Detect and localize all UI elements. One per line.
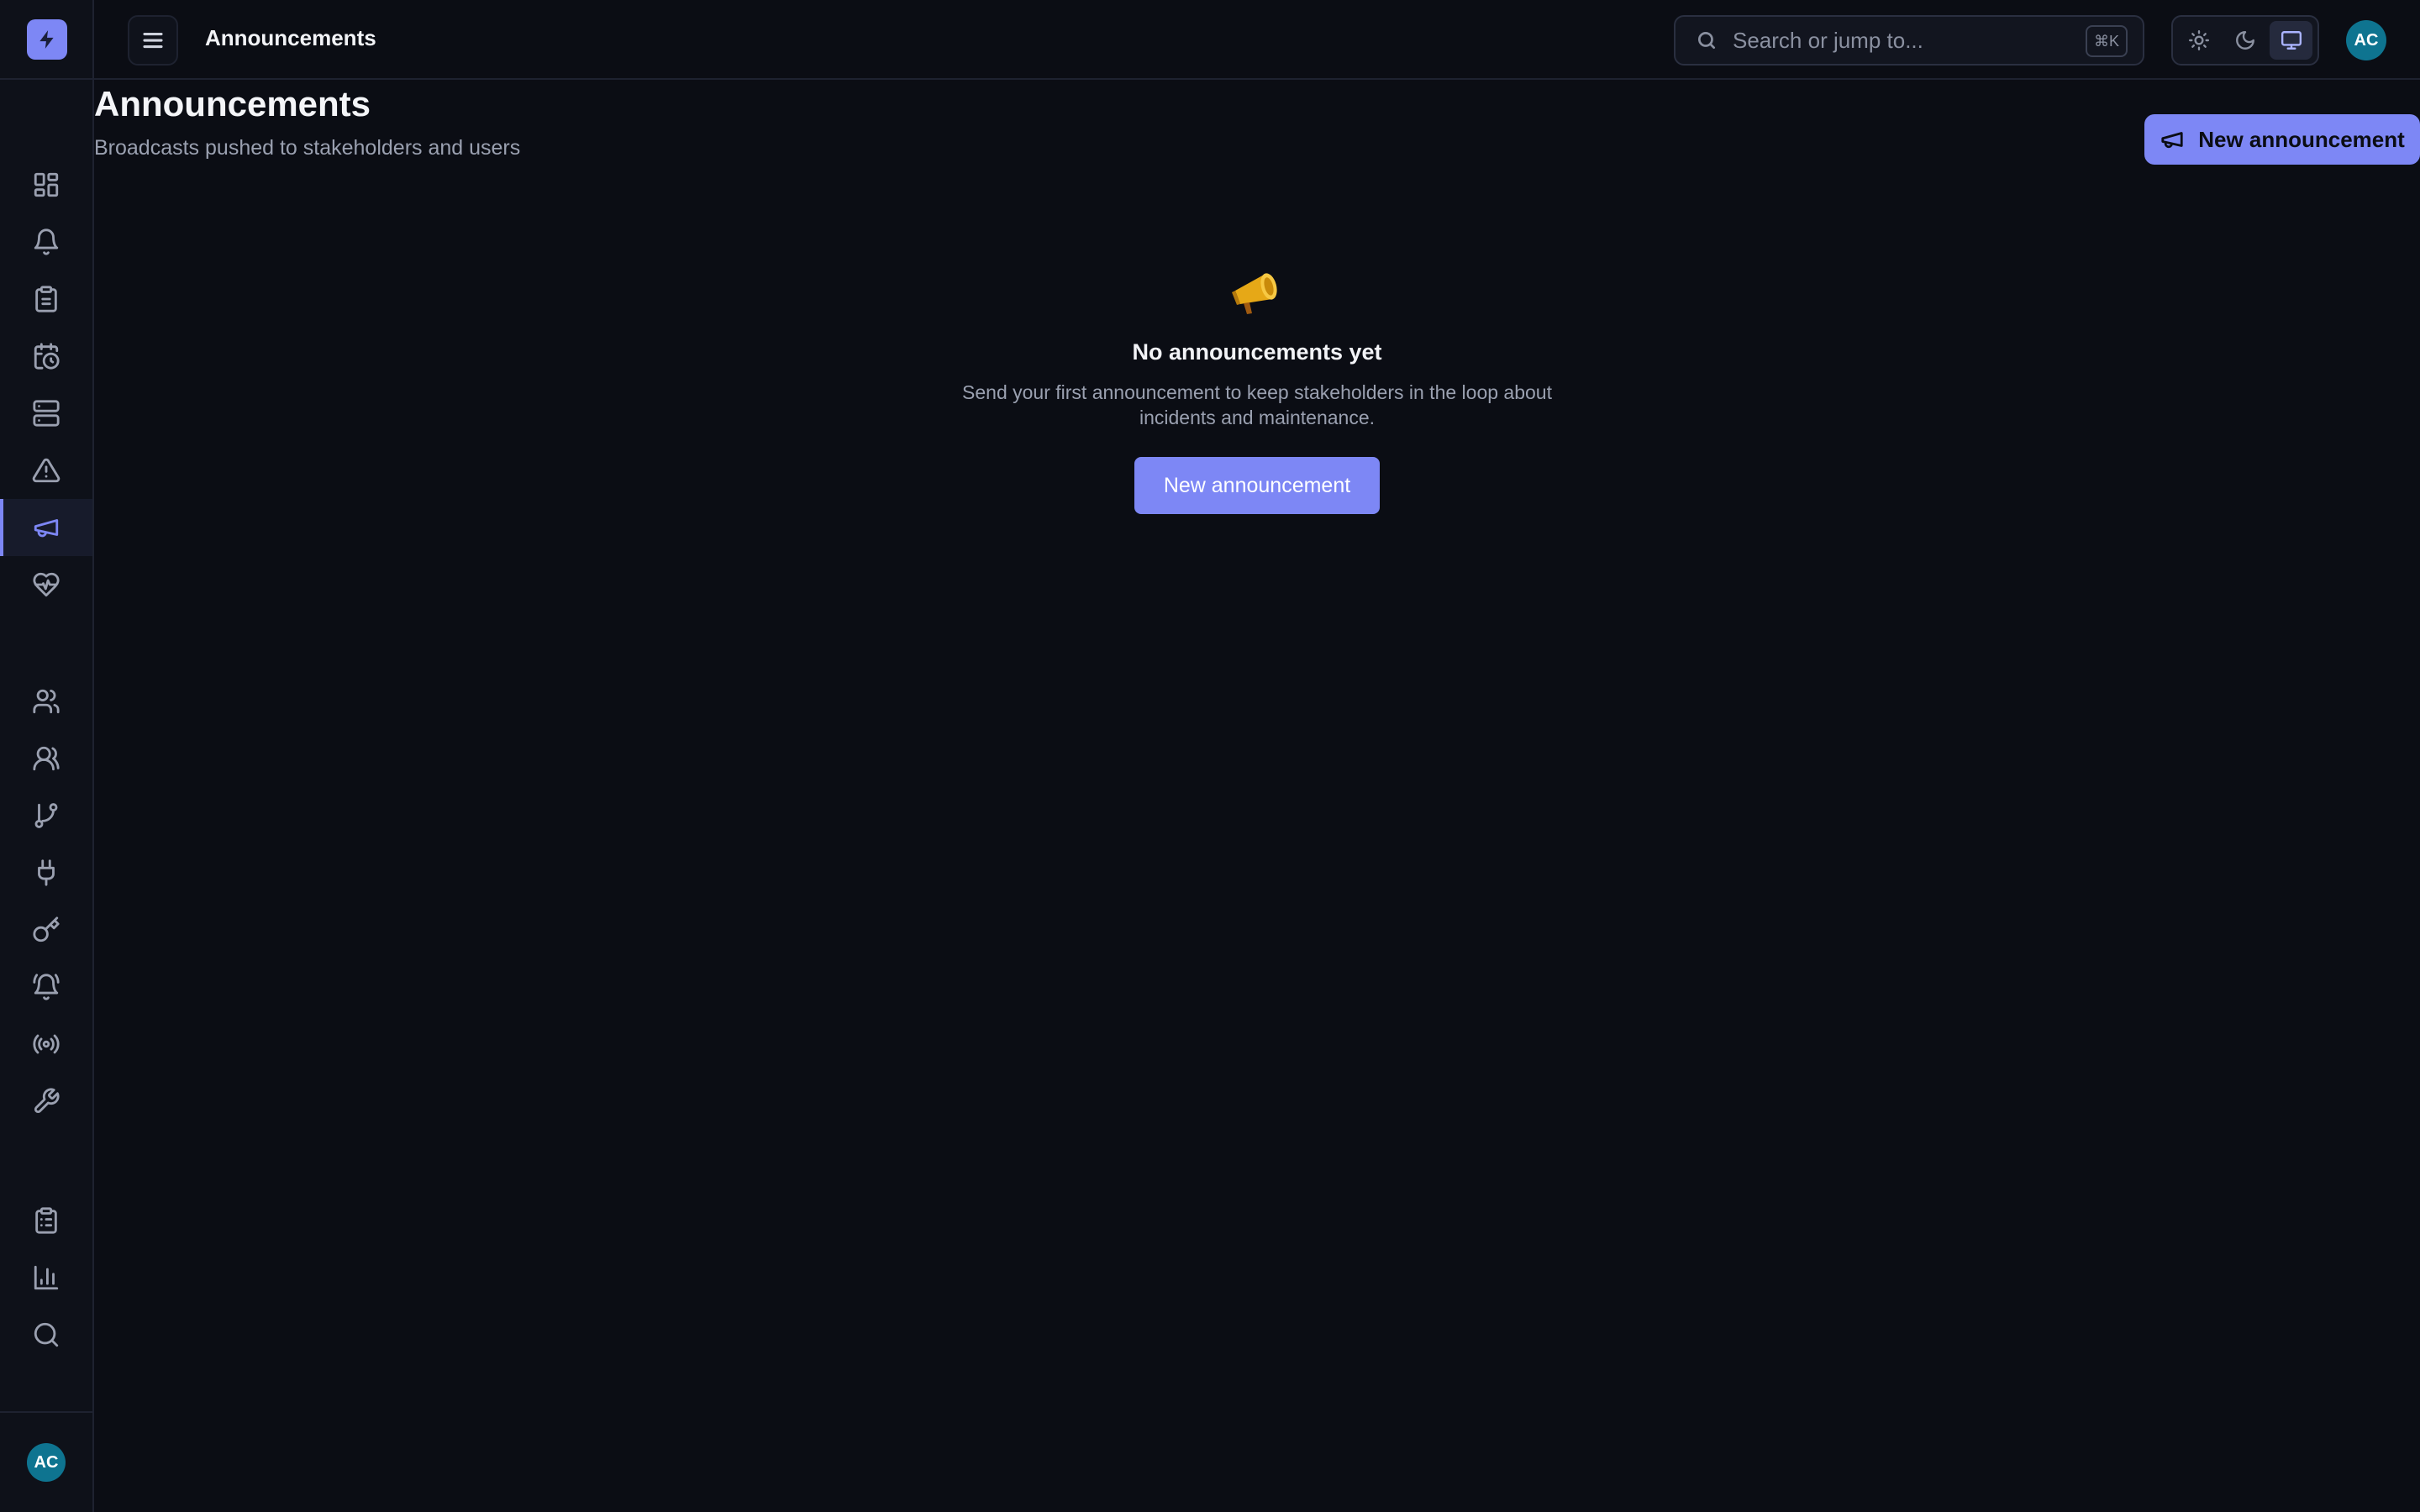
app-logo[interactable] [27,19,67,60]
server-icon [33,400,60,427]
sidebar-item-services[interactable] [0,385,92,442]
plug-icon [38,859,55,886]
clipboard-icon [35,286,57,312]
megaphone-icon [2161,132,2183,149]
megaphone-icon [34,519,59,538]
search-icon [34,1322,59,1347]
header-divider [0,78,2420,80]
clipboard-list-icon [35,1207,57,1234]
bell-icon [34,228,59,255]
megaphone-emoji-icon [1232,273,1277,314]
sidebar-item-workflows[interactable] [0,787,92,844]
moon-icon [2236,31,2254,50]
monitor-icon [2281,31,2302,50]
page-title: Announcements [94,84,371,123]
sidebar-item-settings[interactable] [0,1073,92,1130]
sidebar-item-users[interactable] [0,673,92,730]
lightning-icon [39,30,54,49]
alert-triangle-icon [32,458,60,483]
search-shortcut-badge: ⌘K [2085,25,2128,57]
git-branch-icon [34,803,58,828]
sidebar-item-reports[interactable] [0,1249,92,1306]
dashboard-icon [34,172,59,197]
sidebar-item-notifications[interactable] [0,958,92,1016]
wrench-icon [34,1088,60,1114]
new-announcement-button[interactable]: New announcement [2144,114,2420,165]
users-icon [33,689,60,714]
search-bar[interactable]: Search or jump to... ⌘K [1674,15,2144,66]
heart-pulse-icon [33,572,60,597]
sidebar-item-schedules[interactable] [0,328,92,385]
search-icon [1697,31,1716,50]
bell-ring-icon [33,974,60,1000]
theme-light-button[interactable] [2178,21,2221,60]
sun-icon [2189,29,2210,51]
sidebar: AC [0,0,94,1512]
sidebar-item-checklist[interactable] [0,270,92,328]
app-root: AC Announcements Search or jump to... ⌘K… [0,0,2420,1512]
radio-icon [33,1034,60,1054]
sidebar-item-incidents[interactable] [0,442,92,499]
sidebar-item-integrations[interactable] [0,844,92,901]
sidebar-item-search[interactable] [0,1306,92,1363]
menu-toggle-button[interactable] [128,15,178,66]
empty-state-title: No announcements yet [1132,339,1382,365]
theme-system-button[interactable] [2270,21,2313,60]
header-user-avatar[interactable]: AC [2346,20,2386,60]
sidebar-item-alerts[interactable] [0,213,92,270]
new-announcement-label: New announcement [2198,126,2405,152]
page-subtitle: Broadcasts pushed to stakeholders and us… [94,136,521,160]
sidebar-item-api-keys[interactable] [0,901,92,958]
sidebar-item-announcements[interactable] [0,499,92,556]
search-placeholder: Search or jump to... [1733,27,1923,53]
theme-switcher [2171,15,2319,66]
header-title: Announcements [205,25,376,50]
sidebar-item-health[interactable] [0,556,92,613]
sidebar-item-teams[interactable] [0,730,92,787]
sidebar-item-broadcast[interactable] [0,1016,92,1073]
hamburger-icon [143,32,163,49]
sidebar-user-avatar[interactable]: AC [27,1443,66,1482]
calendar-clock-icon [34,343,60,370]
bar-chart-icon [34,1265,59,1290]
sidebar-item-audit-log[interactable] [0,1192,92,1249]
empty-state-description: Send your first announcement to keep sta… [962,381,1552,428]
key-icon [33,916,60,942]
team-icon [33,746,60,771]
empty-state-new-announcement-button[interactable]: New announcement [1134,457,1380,514]
sidebar-item-dashboard[interactable] [0,156,92,213]
sidebar-divider [0,1411,92,1413]
theme-dark-button[interactable] [2224,21,2267,60]
